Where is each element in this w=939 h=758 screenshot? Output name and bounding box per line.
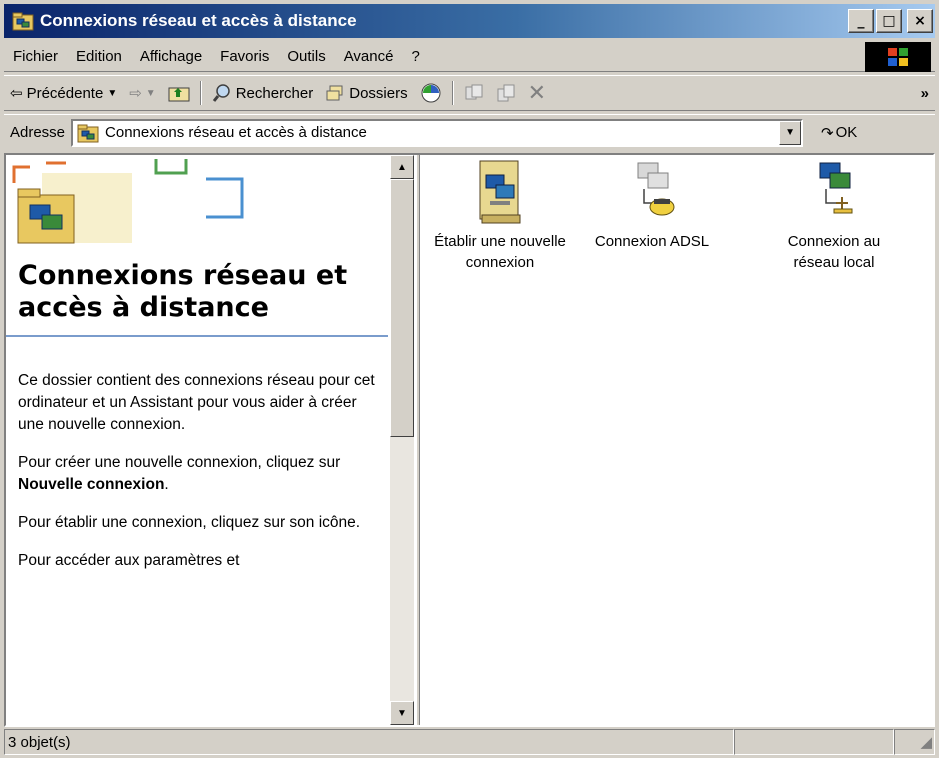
- copy-to-button[interactable]: [490, 83, 522, 103]
- status-bar: 3 objet(s) ◢: [4, 729, 935, 755]
- go-arrow-icon: ↷: [821, 124, 834, 142]
- header-decoration: [6, 155, 388, 265]
- move-to-button[interactable]: [458, 83, 490, 103]
- search-button[interactable]: Rechercher: [206, 83, 320, 103]
- new-connection-item[interactable]: Établir une nouvelle connexion: [430, 159, 570, 273]
- search-label: Rechercher: [235, 84, 314, 102]
- folders-icon: [326, 85, 343, 101]
- pane-description: Ce dossier contient des connexions résea…: [18, 370, 384, 588]
- toolbar-separator: [199, 81, 202, 105]
- network-folder-icon: [12, 12, 34, 31]
- history-button[interactable]: [414, 82, 448, 104]
- instruction-settings: Pour accéder aux paramètres et: [18, 552, 240, 569]
- minimize-button[interactable]: _: [848, 9, 874, 33]
- back-button[interactable]: ⇦ Précédente ▼: [4, 84, 123, 103]
- resize-grip-icon: ◢: [920, 734, 932, 751]
- pane-title: Connexions réseau et accès à distance: [18, 260, 348, 323]
- history-icon: [421, 83, 441, 103]
- folders-button[interactable]: Dossiers: [319, 83, 413, 103]
- status-object-count: 3 objet(s): [4, 729, 734, 755]
- menu-outils[interactable]: Outils: [278, 48, 334, 65]
- address-value: Connexions réseau et accès à distance: [105, 124, 367, 141]
- scroll-thumb[interactable]: [390, 179, 414, 437]
- toolbar-overflow-chevron[interactable]: »: [921, 85, 929, 102]
- network-folder-icon: [77, 124, 99, 142]
- windows-logo: [865, 42, 931, 72]
- lan-connection-item[interactable]: Connexion au réseau local: [764, 159, 904, 273]
- pane-splitter[interactable]: [416, 155, 420, 725]
- lan-connection-icon: [819, 162, 853, 214]
- title-bar[interactable]: Connexions réseau et accès à distance _ …: [4, 4, 935, 38]
- dialup-connection-icon: [637, 162, 675, 216]
- back-arrow-icon: ⇦: [10, 85, 23, 102]
- new-connection-icon: [479, 160, 521, 224]
- info-pane: Connexions réseau et accès à distance Ce…: [6, 155, 388, 725]
- chevron-down-icon: ▼: [397, 707, 407, 719]
- up-button[interactable]: [162, 84, 196, 102]
- windows-flag-icon: [888, 48, 908, 66]
- window-title: Connexions réseau et accès à distance: [40, 11, 357, 30]
- connections-view: Établir une nouvelle connexion Connexion…: [424, 155, 933, 725]
- new-connection-link-text: Nouvelle connexion: [18, 476, 165, 493]
- toolbar-separator: [451, 81, 454, 105]
- adsl-connection-item[interactable]: Connexion ADSL: [582, 159, 722, 252]
- address-bar: Adresse Connexions réseau et accès à dis…: [4, 114, 935, 150]
- go-label: OK: [835, 124, 858, 141]
- scroll-down-button[interactable]: ▼: [390, 701, 414, 725]
- forward-button[interactable]: ⇨ ▼: [123, 84, 161, 102]
- folders-label: Dossiers: [349, 84, 408, 102]
- menu-help[interactable]: ?: [402, 48, 428, 65]
- explorer-window: Connexions réseau et accès à distance _ …: [0, 0, 939, 758]
- instruction-open-connection: Pour établir une connexion, cliquez sur …: [18, 514, 361, 531]
- folder-up-icon: [168, 87, 190, 102]
- chevron-up-icon: ▲: [397, 161, 407, 173]
- instruction-new-connection: Pour créer une nouvelle connexion, cliqu…: [18, 452, 384, 496]
- info-pane-scrollbar[interactable]: ▲ ▼: [390, 155, 414, 725]
- forward-dropdown-icon[interactable]: ▼: [146, 88, 156, 99]
- delete-button[interactable]: ✕: [522, 80, 552, 106]
- close-button[interactable]: ×: [907, 9, 933, 33]
- address-field[interactable]: Connexions réseau et accès à distance ▼: [71, 118, 804, 147]
- menu-avance[interactable]: Avancé: [335, 48, 403, 65]
- status-panel-empty: [734, 729, 894, 755]
- scroll-up-button[interactable]: ▲: [390, 155, 414, 179]
- menu-bar: Fichier Edition Affichage Favoris Outils…: [4, 42, 935, 72]
- copy-to-icon: [497, 84, 515, 102]
- resize-grip[interactable]: ◢: [894, 729, 935, 755]
- chevron-down-icon: ▼: [785, 127, 795, 138]
- adsl-connection-label: Connexion ADSL: [594, 233, 710, 250]
- search-icon: [212, 84, 230, 102]
- description-paragraph: Ce dossier contient des connexions résea…: [18, 372, 375, 433]
- back-dropdown-icon[interactable]: ▼: [107, 88, 117, 99]
- menu-favoris[interactable]: Favoris: [211, 48, 278, 65]
- content-area: Connexions réseau et accès à distance Ce…: [4, 153, 935, 727]
- menu-affichage[interactable]: Affichage: [131, 48, 211, 65]
- menu-fichier[interactable]: Fichier: [4, 48, 67, 65]
- forward-arrow-icon: ⇨: [129, 85, 142, 102]
- maximize-button[interactable]: □: [876, 9, 902, 33]
- new-connection-label: Établir une nouvelle connexion: [434, 233, 566, 271]
- instruction-text: Pour créer une nouvelle connexion, cliqu…: [18, 454, 341, 471]
- lan-connection-label: Connexion au réseau local: [787, 233, 881, 271]
- back-label: Précédente: [26, 84, 104, 102]
- address-label: Adresse: [10, 124, 66, 141]
- menu-edition[interactable]: Edition: [67, 48, 131, 65]
- address-dropdown-button[interactable]: ▼: [779, 120, 802, 145]
- go-button[interactable]: ↷ OK: [821, 124, 857, 142]
- standard-toolbar: ⇦ Précédente ▼ ⇨ ▼ Rechercher Dossiers ✕…: [4, 75, 935, 111]
- instruction-period: .: [164, 476, 169, 493]
- delete-x-icon: ✕: [527, 80, 547, 105]
- pane-title-underline: [6, 335, 388, 337]
- move-to-icon: [465, 84, 483, 100]
